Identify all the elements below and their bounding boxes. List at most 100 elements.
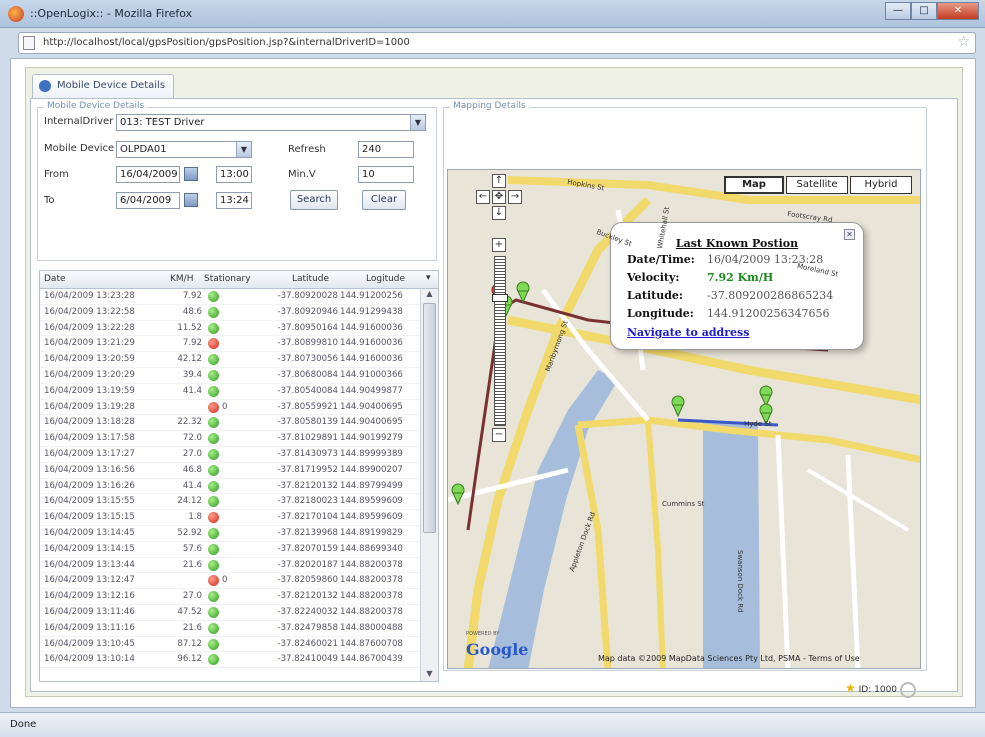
calendar-icon[interactable]: [184, 193, 198, 207]
grid-scrollbar[interactable]: ▲ ▼: [420, 289, 438, 681]
chevron-down-icon[interactable]: ▼: [236, 142, 251, 157]
header-stationary[interactable]: Stationary: [204, 274, 251, 284]
map-type-satellite-button[interactable]: Satellite: [786, 176, 848, 194]
cell-latitude: -37.80680084: [277, 369, 338, 380]
street-label: Cummins St: [662, 500, 705, 508]
table-row[interactable]: 16/04/2009 13:10:14 96.12 -37.82410049 144.…: [40, 652, 420, 669]
moving-status-icon: [208, 369, 219, 381]
map-type-map-button[interactable]: Map: [724, 176, 784, 194]
table-row[interactable]: 16/04/2009 13:20:29 39.4 -37.80680084 144.9…: [40, 368, 420, 384]
window-controls: — □ ✕: [885, 2, 979, 22]
cell-latitude: -37.82059860: [277, 575, 338, 586]
search-button[interactable]: Search: [290, 190, 338, 210]
map-type-hybrid-button[interactable]: Hybrid: [850, 176, 912, 194]
table-row[interactable]: 16/04/2009 13:11:46 47.52 -37.82240032 144.…: [40, 605, 420, 621]
zoom-slider[interactable]: [494, 256, 506, 426]
tab-panel: Mobile Device Details InternalDriver 013…: [30, 98, 958, 698]
cell-date: 16/04/2009 13:12:47: [44, 575, 135, 586]
mobile-device-select[interactable]: OLPDA01 ▼: [116, 141, 252, 158]
minimize-button[interactable]: —: [885, 2, 911, 20]
table-row[interactable]: 16/04/2009 13:20:59 42.12 -37.80730056 144.…: [40, 352, 420, 368]
internal-driver-select[interactable]: 013: TEST Driver ▼: [116, 114, 426, 131]
cell-longitude: 144.89199829: [340, 527, 403, 538]
maximize-button[interactable]: □: [911, 2, 937, 20]
column-menu-icon[interactable]: ▾: [426, 273, 431, 283]
pan-left-button[interactable]: ←: [476, 190, 490, 204]
table-row[interactable]: 16/04/2009 13:18:28 22.32 -37.80580139 144.…: [40, 415, 420, 432]
scroll-up-icon[interactable]: ▲: [421, 289, 438, 301]
pan-right-button[interactable]: →: [508, 190, 522, 204]
zoom-slider-knob[interactable]: [492, 294, 508, 302]
bookmark-star-icon[interactable]: ☆: [957, 34, 970, 50]
cell-kmh: 96.12: [177, 654, 202, 665]
moving-status-icon: [208, 464, 219, 476]
pan-up-button[interactable]: ↑: [492, 174, 506, 188]
to-date-input[interactable]: 6/04/2009: [116, 192, 180, 209]
info-window: ✕ Last Known Postion Date/Time: 16/04/200…: [610, 222, 864, 350]
map-canvas[interactable]: Map Satellite Hybrid ↑ ← ✥ → ↓ + − ✕ Las…: [447, 169, 921, 669]
min-v-input[interactable]: 10: [358, 166, 414, 183]
cell-date: 16/04/2009 13:10:45: [44, 638, 135, 649]
scroll-thumb[interactable]: [423, 303, 436, 533]
cell-date: 16/04/2009 13:14:45: [44, 527, 135, 538]
table-row[interactable]: 16/04/2009 13:15:55 24.12 -37.82180023 144.…: [40, 494, 420, 511]
header-longitude[interactable]: Logitude: [366, 274, 405, 284]
table-row[interactable]: 16/04/2009 13:15:15 1.8 -37.82170104 144.89…: [40, 510, 420, 526]
to-time-input[interactable]: 13:24: [216, 192, 252, 209]
google-logo[interactable]: POWERED BY Google: [466, 631, 528, 659]
header-latitude[interactable]: Latitude: [292, 274, 329, 284]
pan-center-button[interactable]: ✥: [492, 190, 506, 204]
table-row[interactable]: 16/04/2009 13:19:28 0 -37.80559921 144.9040…: [40, 400, 420, 416]
table-row[interactable]: 16/04/2009 13:17:58 72.0 -37.81029891 144.9…: [40, 431, 420, 447]
table-row[interactable]: 16/04/2009 13:22:58 48.6 -37.80920946 144.9…: [40, 305, 420, 321]
cell-latitude: -37.80559921: [277, 401, 338, 412]
table-row[interactable]: 16/04/2009 13:22:28 11.52 -37.80950164 144.…: [40, 321, 420, 337]
header-date[interactable]: Date: [44, 274, 66, 284]
pan-down-button[interactable]: ↓: [492, 206, 506, 220]
from-time-input[interactable]: 13:00: [216, 166, 252, 183]
table-row[interactable]: 16/04/2009 13:13:44 21.6 -37.82020187 144.8…: [40, 558, 420, 574]
table-row[interactable]: 16/04/2009 13:14:15 57.6 -37.82070159 144.8…: [40, 542, 420, 558]
zoom-out-button[interactable]: −: [492, 428, 506, 442]
table-row[interactable]: 16/04/2009 13:17:27 27.0 -37.81430973 144.8…: [40, 447, 420, 463]
url-text[interactable]: http://localhost/local/gpsPosition/gpsPo…: [43, 37, 410, 48]
info-datetime-label: Date/Time:: [627, 253, 695, 266]
firefox-icon: [8, 6, 24, 22]
refresh-input[interactable]: 240: [358, 141, 414, 158]
cell-kmh: 27.0: [182, 591, 202, 602]
grid-body: 16/04/2009 13:23:28 7.92 -37.80920028 144.9…: [40, 289, 420, 669]
table-row[interactable]: 16/04/2009 13:21:29 7.92 -37.80899810 144.9…: [40, 336, 420, 353]
zoom-in-button[interactable]: +: [492, 238, 506, 252]
stationary-status-icon: [208, 401, 219, 413]
scroll-down-icon[interactable]: ▼: [421, 669, 438, 681]
chevron-down-icon[interactable]: ▼: [410, 115, 425, 130]
calendar-icon[interactable]: [184, 167, 198, 181]
gps-grid: Date KM/H Stationary Latitude Logitude ▾…: [39, 270, 439, 682]
cell-kmh: 21.6: [182, 559, 202, 570]
moving-status-icon: [208, 622, 219, 634]
cell-longitude: 144.88200378: [340, 559, 403, 570]
table-row[interactable]: 16/04/2009 13:14:45 52.92 -37.82139968 144.…: [40, 526, 420, 542]
close-window-button[interactable]: ✕: [937, 2, 979, 20]
cell-latitude: -37.80730056: [277, 354, 338, 365]
table-row[interactable]: 16/04/2009 13:11:16 21.6 -37.82479858 144.8…: [40, 621, 420, 637]
clear-button[interactable]: Clear: [362, 190, 406, 210]
address-bar[interactable]: http://localhost/local/gpsPosition/gpsPo…: [18, 32, 976, 54]
table-row[interactable]: 16/04/2009 13:12:47 0 -37.82059860 144.8820…: [40, 573, 420, 590]
cell-date: 16/04/2009 13:20:29: [44, 369, 135, 380]
table-row[interactable]: 16/04/2009 13:10:45 87.12 -37.82460021 144.…: [40, 637, 420, 653]
tab-mobile-device-details[interactable]: Mobile Device Details: [32, 74, 175, 98]
navigate-to-address-link[interactable]: Navigate to address: [627, 326, 749, 339]
table-row[interactable]: 16/04/2009 13:23:28 7.92 -37.80920028 144.9…: [40, 289, 420, 305]
table-row[interactable]: 16/04/2009 13:16:26 41.4 -37.82120132 144.8…: [40, 479, 420, 495]
cell-kmh: 7.92: [182, 291, 202, 301]
from-date-input[interactable]: 16/04/2009: [116, 166, 180, 183]
table-row[interactable]: 16/04/2009 13:16:56 46.8 -37.81719952 144.8…: [40, 463, 420, 479]
table-row[interactable]: 16/04/2009 13:19:59 41.4 -37.80540084 144.9…: [40, 384, 420, 400]
table-row[interactable]: 16/04/2009 13:12:16 27.0 -37.82120132 144.8…: [40, 589, 420, 605]
cell-longitude: 144.90499877: [340, 385, 403, 396]
cell-kmh: 42.12: [177, 354, 202, 365]
header-kmh[interactable]: KM/H: [170, 274, 193, 284]
cell-longitude: 144.87600708: [340, 638, 403, 649]
cell-kmh: 24.12: [177, 496, 202, 507]
